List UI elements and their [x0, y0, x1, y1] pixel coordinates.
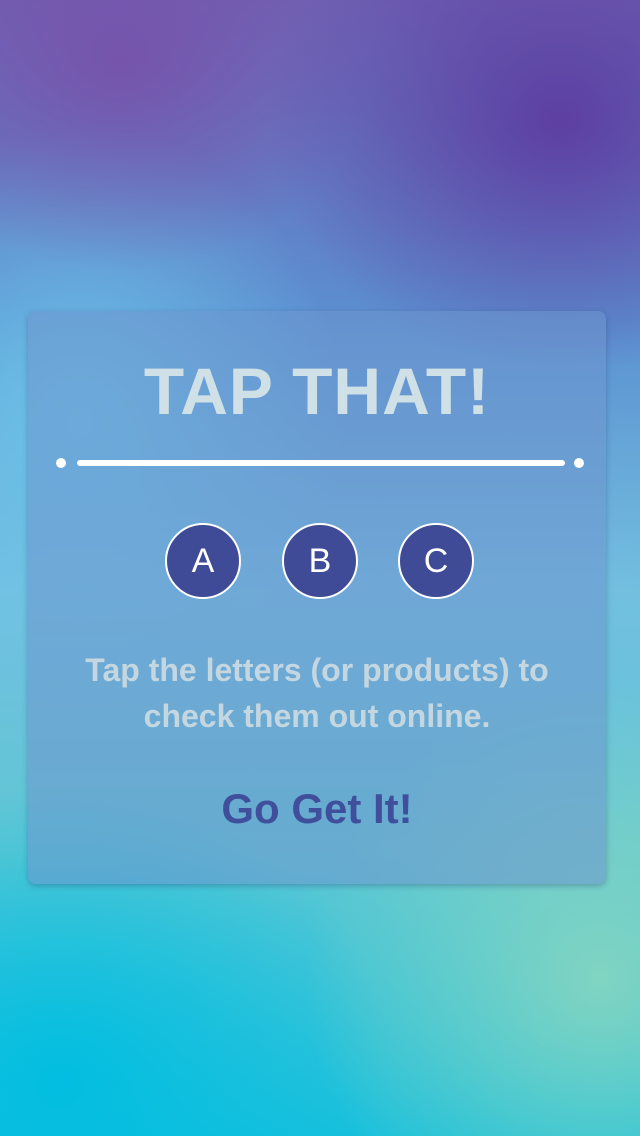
letter-button-c[interactable]: C — [398, 523, 474, 599]
intro-card: TAP THAT! A B C Tap the letters (or prod… — [28, 311, 606, 884]
letter-button-a[interactable]: A — [165, 523, 241, 599]
instructions-text: Tap the letters (or products) to check t… — [85, 652, 549, 734]
letter-button-b[interactable]: B — [282, 523, 358, 599]
letter-buttons: A B C — [28, 523, 606, 599]
divider-dot-right — [574, 458, 584, 468]
divider-line — [77, 460, 565, 466]
divider-dot-left — [56, 458, 66, 468]
card-title: TAP THAT! — [143, 354, 491, 428]
go-get-it-button[interactable]: Go Get It! — [28, 785, 606, 833]
